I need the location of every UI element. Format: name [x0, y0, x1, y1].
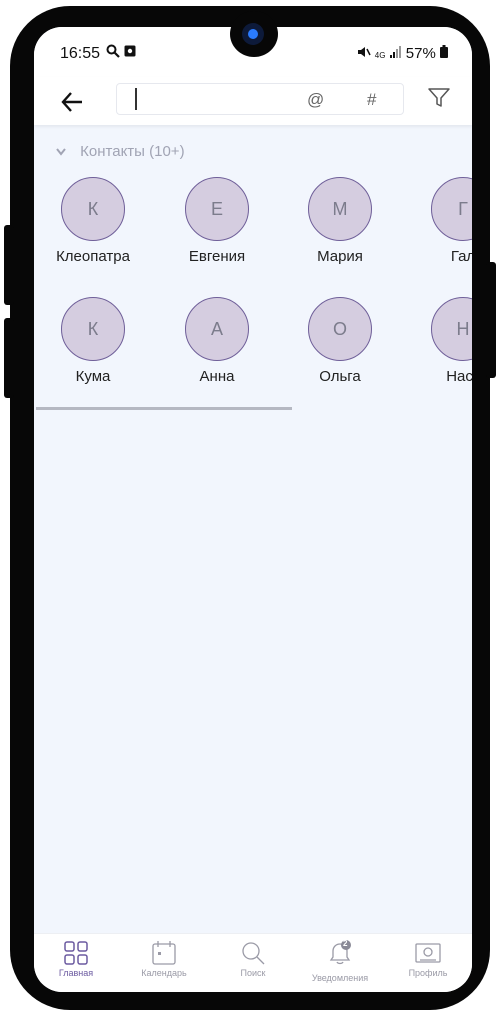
avatar: Н: [431, 297, 472, 361]
nav-calendar[interactable]: Календарь: [124, 940, 204, 978]
contact-name: Кума: [75, 368, 111, 385]
nav-notifications[interactable]: 2 Уведомления: [300, 939, 380, 983]
contact-item[interactable]: О Ольга: [285, 297, 395, 385]
contact-item[interactable]: А Анна: [162, 297, 272, 385]
avatar: М: [308, 177, 372, 241]
contact-name: Клеопатра: [56, 248, 130, 265]
nav-label: Уведомления: [311, 973, 369, 983]
contact-item[interactable]: К Клеопатра: [38, 177, 148, 265]
contact-name: Наст: [446, 368, 472, 385]
contact-item[interactable]: Н Наст: [408, 297, 472, 385]
nav-profile[interactable]: Профиль: [388, 940, 468, 978]
search-input[interactable]: @ #: [116, 83, 404, 115]
nav-label: Календарь: [141, 968, 187, 978]
nav-label: Главная: [58, 968, 94, 978]
section-title: Контакты (10+): [80, 143, 185, 160]
contact-item[interactable]: К Кума: [38, 297, 148, 385]
front-camera: [230, 11, 278, 57]
bottom-navigation: Главная Календарь Поиск 2 Уведомления Пр…: [34, 933, 472, 992]
nav-label: Профиль: [408, 968, 448, 978]
screen: 16:55 4G 57% @ # Контакты (10+) К Клеопа…: [34, 27, 472, 992]
contact-name: Гал: [450, 248, 472, 265]
status-right: 4G 57%: [357, 45, 448, 62]
nav-label: Поиск: [240, 968, 266, 978]
volume-button: [4, 225, 14, 305]
mention-button[interactable]: @: [307, 90, 324, 110]
contact-name: Мария: [317, 248, 363, 265]
avatar: Е: [185, 177, 249, 241]
notification-badge: 2: [343, 939, 348, 948]
contact-name: Евгения: [188, 248, 246, 265]
power-button: [486, 262, 496, 378]
contact-name: Ольга: [319, 368, 361, 385]
chevron-down-icon: [56, 147, 66, 159]
battery-icon: [440, 45, 448, 62]
calendar-icon: [124, 940, 204, 966]
volume-button-down: [4, 318, 14, 398]
nav-home[interactable]: Главная: [36, 940, 116, 978]
bell-icon: 2: [327, 939, 353, 966]
mute-icon: [357, 45, 375, 62]
filter-icon[interactable]: [428, 87, 450, 109]
avatar: А: [185, 297, 249, 361]
contact-item[interactable]: М Мария: [285, 177, 395, 265]
contacts-section-header[interactable]: Контакты (10+): [56, 143, 185, 160]
signal-icon: [389, 45, 406, 62]
status-time: 16:55: [60, 45, 101, 62]
network-type: 4G: [374, 51, 386, 60]
nav-search[interactable]: Поиск: [213, 940, 293, 978]
home-grid-icon: [36, 940, 116, 966]
search-icon: [213, 940, 293, 966]
contact-item[interactable]: Е Евгения: [162, 177, 272, 265]
avatar: О: [308, 297, 372, 361]
avatar: Г: [431, 177, 472, 241]
contact-name: Анна: [199, 368, 235, 385]
battery-percent: 57%: [405, 45, 436, 62]
horizontal-scrollbar[interactable]: [36, 407, 292, 410]
search-status-icon: [106, 44, 120, 62]
app-notification-icon: [124, 44, 136, 61]
avatar: К: [61, 297, 125, 361]
back-arrow-icon[interactable]: [60, 84, 84, 120]
contact-item[interactable]: Г Гал: [408, 177, 472, 265]
hashtag-button[interactable]: #: [367, 90, 376, 110]
search-toolbar: @ #: [34, 77, 472, 125]
avatar: К: [61, 177, 125, 241]
profile-card-icon: [388, 940, 468, 966]
text-cursor: [135, 88, 137, 110]
